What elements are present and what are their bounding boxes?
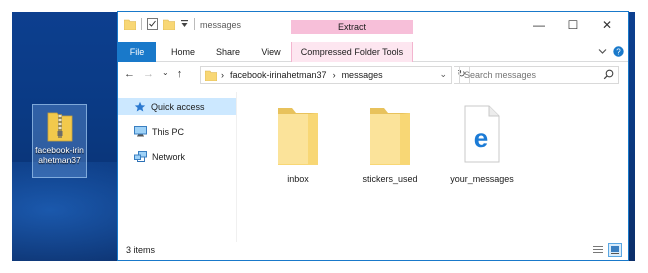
breadcrumb: › facebook-irinahetman37 › messages (221, 70, 383, 80)
breadcrumb-item-facebook-irinahetman37[interactable]: facebook-irinahetman37 (230, 70, 327, 80)
svg-text:?: ? (616, 47, 621, 56)
close-button[interactable]: ✕ (590, 18, 624, 32)
address-dropdown-chevron-icon[interactable]: ⌄ (439, 69, 447, 80)
folder-item-inbox[interactable]: inbox (258, 98, 338, 184)
tab-home[interactable]: Home (168, 42, 198, 62)
sidebar-item-quick-access[interactable]: Quick access (118, 98, 236, 115)
window-controls: — ☐ ✕ (522, 18, 624, 32)
folder-icon (370, 108, 410, 165)
help-icon[interactable]: ? (613, 46, 624, 57)
large-icons-view-icon[interactable] (608, 243, 622, 257)
search-input[interactable] (464, 68, 594, 82)
title-bar: messages Extract — ☐ ✕ (118, 12, 628, 42)
item-count: 3 items (126, 245, 156, 255)
folder-item-stickers-used[interactable]: stickers_used (350, 98, 430, 184)
recent-locations-chevron-icon[interactable]: ⌄ (162, 68, 169, 80)
file-name: stickers_used (362, 174, 418, 184)
computer-icon (134, 126, 147, 137)
breadcrumb-separator[interactable]: › (221, 70, 224, 80)
qat-separator (141, 18, 142, 30)
tab-file[interactable]: File (118, 42, 156, 62)
expand-ribbon-chevron-icon[interactable] (598, 48, 607, 55)
breadcrumb-item-messages[interactable]: messages (342, 70, 383, 80)
maximize-button[interactable]: ☐ (556, 18, 590, 32)
zip-folder-icon (47, 112, 73, 142)
customize-toolbar-dropdown-icon[interactable] (180, 19, 189, 29)
address-bar[interactable]: › facebook-irinahetman37 › messages ⌄ (200, 66, 452, 84)
sidebar-item-label: Network (152, 151, 186, 162)
search-box[interactable] (459, 66, 619, 84)
desktop-icon-label: facebook-irinahetman37 (35, 145, 84, 165)
tab-compressed-folder-tools[interactable]: Compressed Folder Tools (291, 42, 413, 62)
folder-icon (205, 70, 217, 81)
search-icon[interactable] (603, 69, 614, 80)
edge-html-icon: e (464, 105, 500, 163)
file-name: inbox (287, 174, 309, 184)
sidebar-item-this-pc[interactable]: This PC (118, 123, 236, 140)
navigation-pane: Quick access This PC Network (118, 92, 236, 232)
tab-share[interactable]: Share (213, 42, 243, 62)
minimize-button[interactable]: — (522, 18, 556, 32)
file-item-your-messages[interactable]: e your_messages (442, 98, 522, 184)
navigation-row: ← → ⌄ ↑ › facebook-irinahetman37 › messa… (118, 64, 628, 86)
properties-icon[interactable] (147, 18, 158, 30)
sidebar-item-label: This PC (152, 126, 185, 137)
nav-buttons: ← → ⌄ ↑ (124, 68, 182, 80)
quick-access-toolbar (124, 18, 195, 30)
ribbon-right-controls: ? (598, 46, 624, 57)
svg-text:e: e (474, 123, 488, 153)
tab-view[interactable]: View (258, 42, 284, 62)
pane-divider[interactable] (236, 92, 237, 242)
sidebar-item-network[interactable]: Network (118, 148, 236, 165)
back-arrow-icon[interactable]: ← (124, 68, 135, 80)
folder-icon (278, 108, 318, 165)
up-arrow-icon[interactable]: ↑ (177, 68, 183, 80)
status-bar: 3 items (118, 242, 628, 260)
breadcrumb-separator[interactable]: › (333, 70, 336, 80)
file-list: inbox stickers_used e your_messages (238, 92, 623, 237)
file-name: your_messages (450, 174, 514, 184)
file-explorer-window: messages Extract — ☐ ✕ File Home Share V… (117, 11, 629, 261)
folder-icon (124, 19, 136, 30)
context-group-extract: Extract (291, 20, 413, 34)
star-icon (134, 101, 146, 111)
ribbon-tabs: File Home Share View Compressed Folder T… (118, 42, 628, 62)
network-icon (134, 151, 147, 162)
sidebar-item-label: Quick access (151, 101, 205, 112)
new-folder-icon[interactable] (163, 19, 175, 30)
desktop-zip-item[interactable]: facebook-irinahetman37 (32, 104, 87, 178)
forward-arrow-icon[interactable]: → (143, 68, 154, 80)
window-title: messages (200, 20, 242, 30)
view-toggle (591, 243, 622, 257)
details-view-icon[interactable] (591, 243, 605, 257)
qat-separator (194, 18, 195, 30)
